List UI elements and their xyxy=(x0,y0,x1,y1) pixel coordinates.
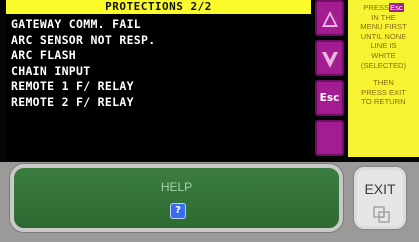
exit-button-label: EXIT xyxy=(364,181,396,197)
help-button[interactable]: HELP ? xyxy=(10,164,343,232)
protection-item-arc-flash[interactable]: ARC FLASH xyxy=(11,48,155,64)
scroll-up-button[interactable] xyxy=(315,0,344,36)
protection-item-remote-1-relay[interactable]: REMOTE 1 F/ RELAY xyxy=(11,79,155,95)
protection-item-chain-input[interactable]: CHAIN INPUT xyxy=(11,64,155,80)
blank-side-button[interactable] xyxy=(315,120,344,156)
help-button-label: HELP xyxy=(160,180,193,194)
instruction-line-2: IN THE xyxy=(371,12,396,22)
instruction-line-7: (SELECTED) xyxy=(360,60,407,70)
instruction-line-1: PRESSEsc xyxy=(363,3,404,12)
instruction-line-9: PRESS EXIT xyxy=(361,87,406,97)
instruction-line-10: TO RETURN xyxy=(361,97,406,107)
scroll-down-button[interactable] xyxy=(315,40,344,76)
instruction-note: PRESSEsc IN THE MENU FIRST UNTIL NONE LI… xyxy=(348,0,419,157)
instruction-line-5: LINE IS xyxy=(370,41,397,51)
protections-list-panel: PROTECTIONS 2/2 GATEWAY COMM. FAIL ARC S… xyxy=(6,0,311,160)
protection-item-gateway-comm-fail[interactable]: GATEWAY COMM. FAIL xyxy=(11,17,155,33)
protections-list: GATEWAY COMM. FAIL ARC SENSOR NOT RESP. … xyxy=(11,17,155,110)
instruction-line-8: THEN xyxy=(373,78,394,88)
triangle-down-icon xyxy=(322,50,338,68)
exit-icon xyxy=(373,206,390,223)
question-icon: ? xyxy=(170,203,186,219)
triangle-up-icon xyxy=(322,11,338,27)
instruction-line-3: MENU FIRST xyxy=(360,22,407,32)
protection-item-remote-2-relay[interactable]: REMOTE 2 F/ RELAY xyxy=(11,95,155,111)
esc-button[interactable]: Esc xyxy=(315,80,344,116)
esc-button-label: Esc xyxy=(319,92,340,104)
protections-screen: PROTECTIONS 2/2 GATEWAY COMM. FAIL ARC S… xyxy=(0,0,419,162)
protection-item-arc-sensor-not-resp[interactable]: ARC SENSOR NOT RESP. xyxy=(11,33,155,49)
instruction-line-6: WHITE xyxy=(371,50,396,60)
instruction-line-4: UNTIL NONE xyxy=(360,31,407,41)
protections-title: PROTECTIONS 2/2 xyxy=(6,0,311,14)
esc-chip: Esc xyxy=(389,3,404,12)
exit-button[interactable]: EXIT xyxy=(354,167,406,229)
